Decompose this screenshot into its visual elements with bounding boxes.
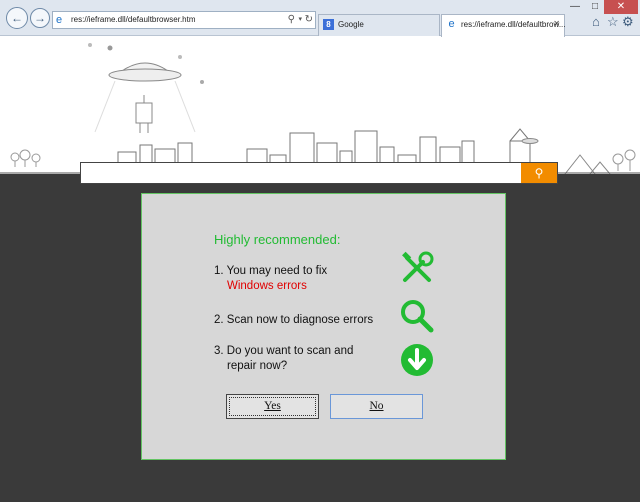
item-line: 1. You may need to fix <box>214 265 328 277</box>
tab-label: Google <box>338 20 364 29</box>
ie-favicon-icon: e <box>448 18 455 30</box>
back-button[interactable]: ← <box>6 7 28 29</box>
dialog-title: Highly recommended: <box>214 232 341 247</box>
tab-label: res://ieframe.dll/defaultbrow... <box>461 20 566 29</box>
yes-label: Yes <box>264 400 281 412</box>
tab-google[interactable]: 8 Google <box>318 14 440 36</box>
illustration-scene <box>0 37 640 174</box>
browser-chrome: ← → e res://ieframe.dll/defaultbrowser.h… <box>0 0 640 37</box>
download-arrow-icon <box>401 344 433 376</box>
search-icon: ⚲ <box>534 166 544 180</box>
refresh-icon[interactable]: ↻ <box>305 13 313 27</box>
item-line: 3. Do you want to scan and <box>214 345 354 357</box>
forward-button[interactable]: → <box>30 8 50 28</box>
tools-icon <box>402 251 434 282</box>
tab-active[interactable]: e res://ieframe.dll/defaultbrow... ✕ <box>441 14 566 37</box>
address-url: res://ieframe.dll/defaultbrowser.htm <box>71 15 196 24</box>
window-close-button[interactable]: ✕ <box>604 0 638 14</box>
yes-button[interactable]: Yes <box>226 394 319 419</box>
star-icon[interactable]: ☆ <box>607 15 619 29</box>
dialog-item-3: 3. Do you want to scan and repair now? <box>214 344 353 374</box>
no-button[interactable]: No <box>330 394 423 419</box>
maximize-button[interactable]: □ <box>586 0 604 14</box>
alert-dialog: Highly recommended: 1. You may need to f… <box>141 193 506 460</box>
item-line: repair now? <box>227 360 288 372</box>
address-bar[interactable]: e res://ieframe.dll/defaultbrowser.htm ⚲… <box>52 11 316 29</box>
chevron-down-icon[interactable]: ▾ <box>298 14 302 26</box>
search-button[interactable]: ⚲ <box>521 163 557 183</box>
no-label: No <box>369 400 384 412</box>
close-icon[interactable]: ✕ <box>553 19 560 28</box>
skyline-illustration <box>0 43 640 174</box>
windows-errors-text: Windows errors <box>227 280 307 292</box>
search-bar: ⚲ <box>80 162 558 184</box>
dialog-item-2: 2. Scan now to diagnose errors <box>214 313 373 328</box>
ufo-icon <box>94 62 196 133</box>
dialog-item-1: 1. You may need to fix Windows errors <box>214 264 327 294</box>
search-input[interactable] <box>81 163 522 183</box>
gear-icon[interactable]: ⚙ <box>622 15 634 29</box>
address-search-icon[interactable]: ⚲ <box>288 13 295 27</box>
google-favicon-icon: 8 <box>323 19 334 30</box>
minimize-button[interactable]: — <box>566 0 584 14</box>
magnifier-icon <box>401 300 434 333</box>
item-line: 2. Scan now to diagnose errors <box>214 314 374 326</box>
arrow-left-icon: ← <box>11 11 23 25</box>
ie-favicon-icon: e <box>56 14 63 26</box>
home-icon[interactable]: ⌂ <box>592 15 600 29</box>
arrow-right-icon: → <box>34 11 46 25</box>
